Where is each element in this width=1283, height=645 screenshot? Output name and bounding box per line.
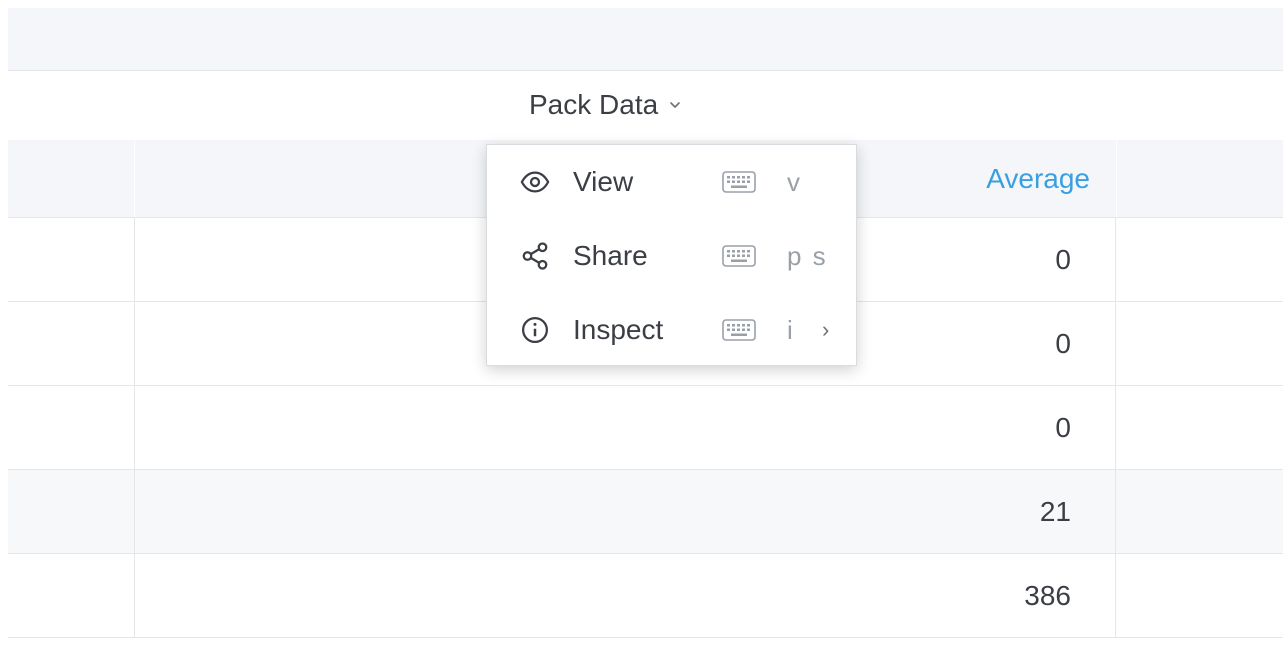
table-cell xyxy=(8,218,134,301)
table-cell xyxy=(1116,470,1283,553)
menu-item-share[interactable]: Share p s xyxy=(487,219,856,293)
panel-title-menu-trigger[interactable]: Pack Data xyxy=(529,89,682,121)
chevron-down-icon xyxy=(670,102,680,108)
keyboard-icon xyxy=(721,244,757,268)
table-cell xyxy=(8,302,134,385)
share-icon xyxy=(518,239,552,273)
table-cell-average: 21 xyxy=(134,470,1116,553)
table-header-cell xyxy=(1116,140,1283,217)
table-row: 386 xyxy=(8,554,1283,638)
menu-item-label: Inspect xyxy=(573,314,664,345)
menu-item-inspect[interactable]: Inspect i › xyxy=(487,293,856,367)
menu-item-shortcut: p s xyxy=(787,240,828,271)
table-row: 0 xyxy=(8,386,1283,470)
menu-item-shortcut: v xyxy=(787,166,802,197)
panel-dropdown-menu: View v Share p s Inspect i › xyxy=(486,144,857,366)
keyboard-icon xyxy=(721,318,757,342)
dashboard-panel-page: Pack Data Average 0 0 0 21 386 View v Sh… xyxy=(0,0,1283,645)
table-cell xyxy=(8,386,134,469)
table-cell-average: 386 xyxy=(134,554,1116,637)
menu-item-shortcut: i xyxy=(787,314,795,345)
chevron-right-icon: › xyxy=(822,317,830,342)
table-cell-average: 0 xyxy=(134,386,1116,469)
menu-item-label: Share xyxy=(573,240,648,271)
table-cell xyxy=(1116,218,1283,301)
info-icon xyxy=(518,313,552,347)
eye-icon xyxy=(518,165,552,199)
menu-item-view[interactable]: View v xyxy=(487,145,856,219)
table-cell xyxy=(8,554,134,637)
menu-item-label: View xyxy=(573,166,634,197)
top-toolbar-band xyxy=(8,8,1283,71)
table-row: 21 xyxy=(8,470,1283,554)
table-cell xyxy=(1116,302,1283,385)
table-cell xyxy=(1116,554,1283,637)
keyboard-icon xyxy=(721,170,757,194)
table-header-cell xyxy=(8,140,134,217)
table-cell xyxy=(8,470,134,553)
panel-title-text: Pack Data xyxy=(529,89,659,120)
table-cell xyxy=(1116,386,1283,469)
